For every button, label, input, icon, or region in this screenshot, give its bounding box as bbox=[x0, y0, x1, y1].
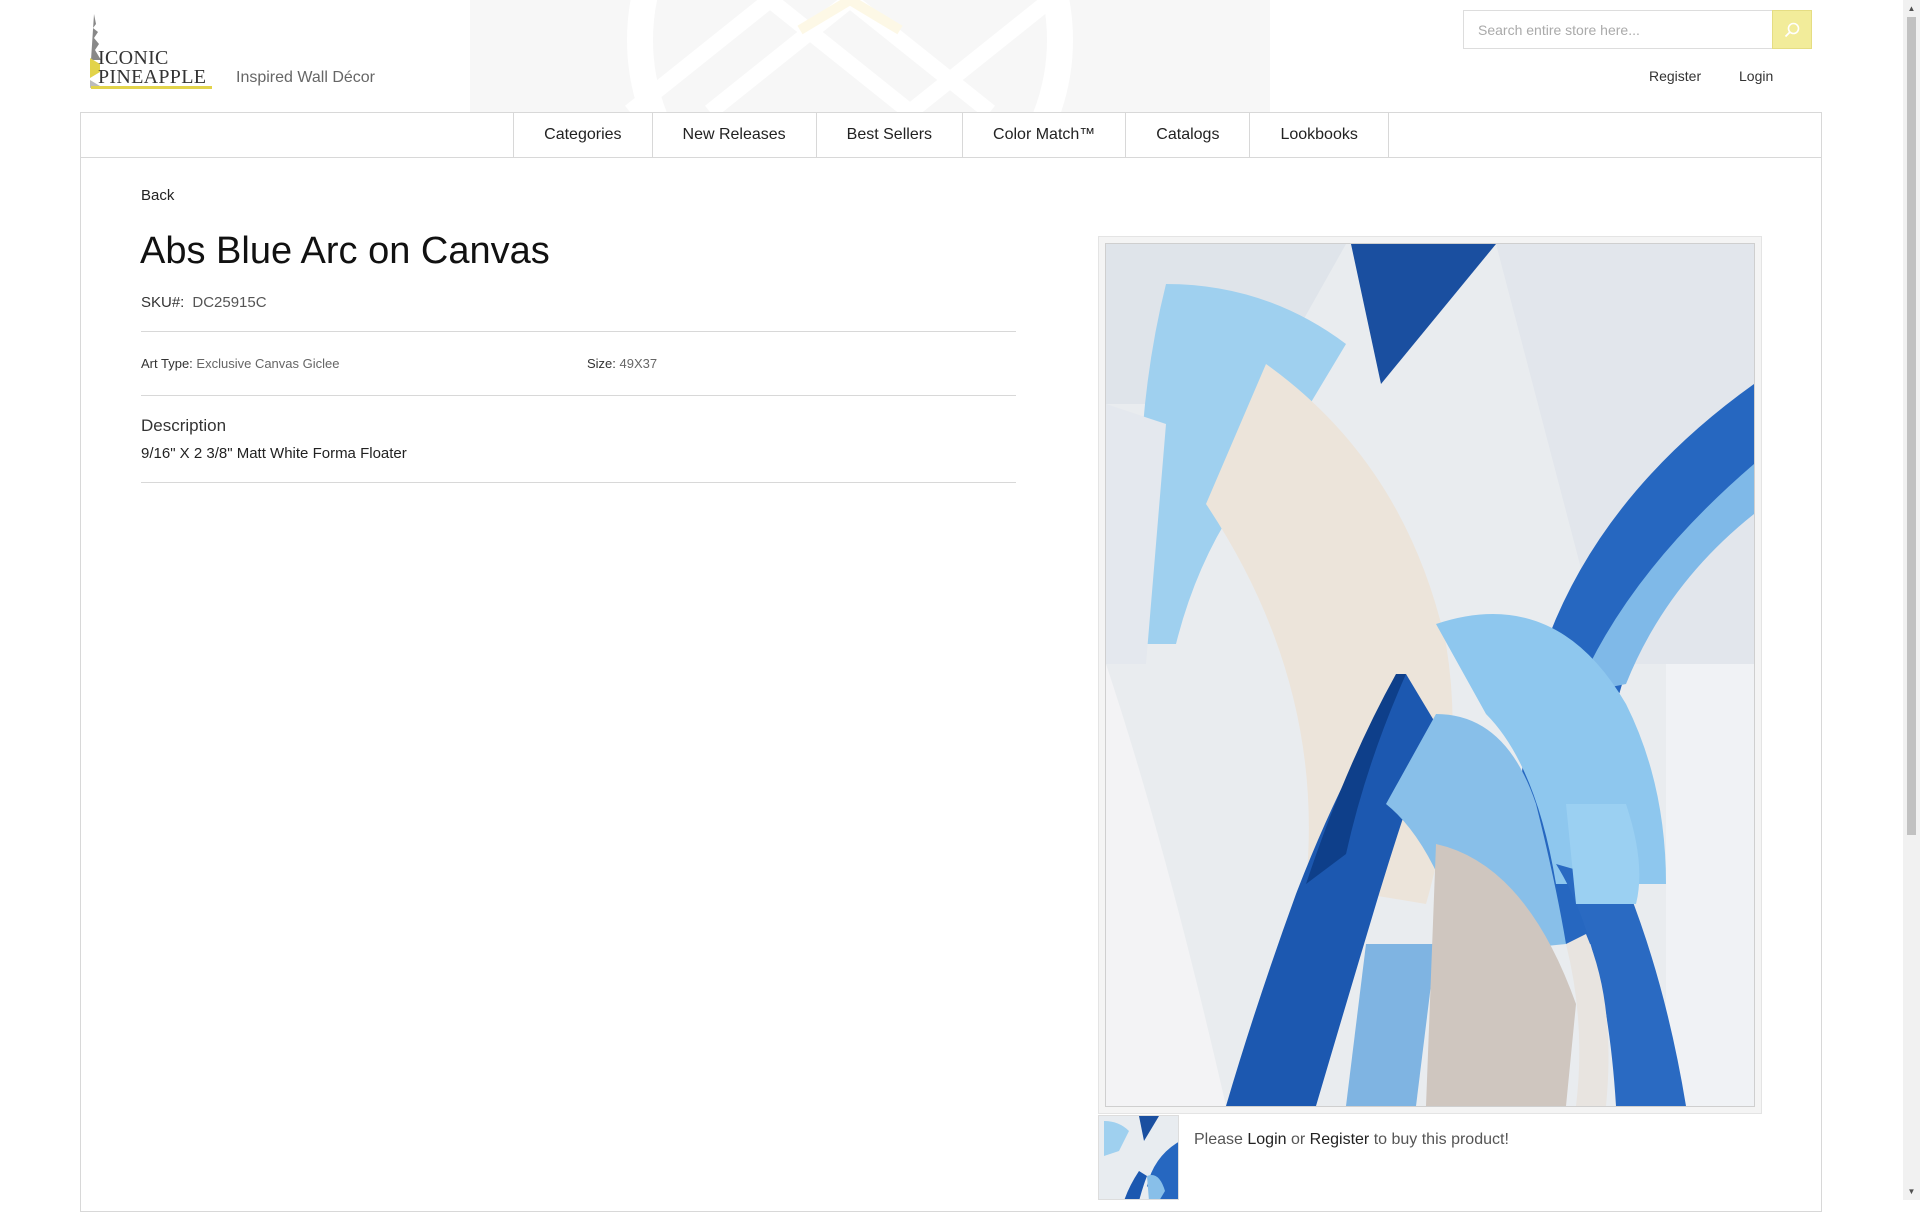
divider bbox=[141, 395, 1016, 396]
purchase-suffix: to buy this product! bbox=[1373, 1131, 1509, 1148]
search-button[interactable] bbox=[1772, 10, 1812, 49]
back-link[interactable]: Back bbox=[141, 187, 174, 204]
scroll-up-icon[interactable]: ▲ bbox=[1903, 0, 1920, 17]
scrollbar-thumb[interactable] bbox=[1907, 17, 1916, 835]
description-heading: Description bbox=[141, 416, 227, 435]
purchase-message: Please Login or Register to buy this pro… bbox=[1194, 1131, 1509, 1149]
purchase-or: or bbox=[1290, 1131, 1306, 1148]
purchase-prefix: Please bbox=[1194, 1131, 1243, 1148]
logo-text-line1: ICONIC bbox=[98, 47, 169, 69]
nav-item-color-match[interactable]: Color Match™ bbox=[963, 113, 1127, 157]
sku-value: DC25915C bbox=[192, 294, 267, 311]
product-sku: SKU#: DC25915C bbox=[141, 294, 267, 311]
main-navigation: Categories New Releases Best Sellers Col… bbox=[81, 113, 1821, 158]
search-icon bbox=[1784, 22, 1800, 37]
purchase-login-link[interactable]: Login bbox=[1247, 1131, 1286, 1148]
divider bbox=[141, 331, 1016, 332]
product-size: Size: 49X37 bbox=[587, 356, 657, 371]
description-text: 9/16" X 2 3/8" Matt White Forma Floater bbox=[141, 445, 407, 462]
product-thumbnail[interactable] bbox=[1098, 1115, 1179, 1200]
search-input[interactable] bbox=[1464, 11, 1774, 48]
divider bbox=[141, 482, 1016, 483]
page-scrollbar[interactable]: ▲ ▼ bbox=[1903, 0, 1920, 1200]
nav-item-best-sellers[interactable]: Best Sellers bbox=[817, 113, 964, 157]
nav-item-lookbooks[interactable]: Lookbooks bbox=[1250, 113, 1389, 157]
purchase-register-link[interactable]: Register bbox=[1310, 1131, 1370, 1148]
logo-underline bbox=[91, 86, 212, 89]
nav-item-new-releases[interactable]: New Releases bbox=[653, 113, 817, 157]
search-box bbox=[1463, 10, 1812, 49]
header-background-pattern bbox=[470, 0, 1270, 112]
product-image-frame bbox=[1098, 236, 1762, 1114]
logo-text-line2: PINEAPPLE bbox=[98, 66, 207, 88]
product-image[interactable] bbox=[1105, 243, 1755, 1107]
size-value: 49X37 bbox=[619, 356, 658, 371]
register-link[interactable]: Register bbox=[1649, 68, 1701, 84]
scroll-down-icon[interactable]: ▼ bbox=[1903, 1183, 1920, 1200]
nav-item-catalogs[interactable]: Catalogs bbox=[1126, 113, 1251, 157]
size-label: Size: bbox=[587, 356, 616, 371]
nav-item-categories[interactable]: Categories bbox=[513, 113, 653, 157]
art-type-label: Art Type: bbox=[141, 356, 193, 371]
sku-label: SKU#: bbox=[141, 294, 185, 311]
product-title: Abs Blue Arc on Canvas bbox=[140, 230, 550, 272]
site-tagline: Inspired Wall Décor bbox=[236, 69, 376, 86]
login-link[interactable]: Login bbox=[1739, 68, 1773, 84]
art-type-value: Exclusive Canvas Giclee bbox=[196, 356, 340, 371]
art-type: Art Type: Exclusive Canvas Giclee bbox=[141, 356, 339, 371]
